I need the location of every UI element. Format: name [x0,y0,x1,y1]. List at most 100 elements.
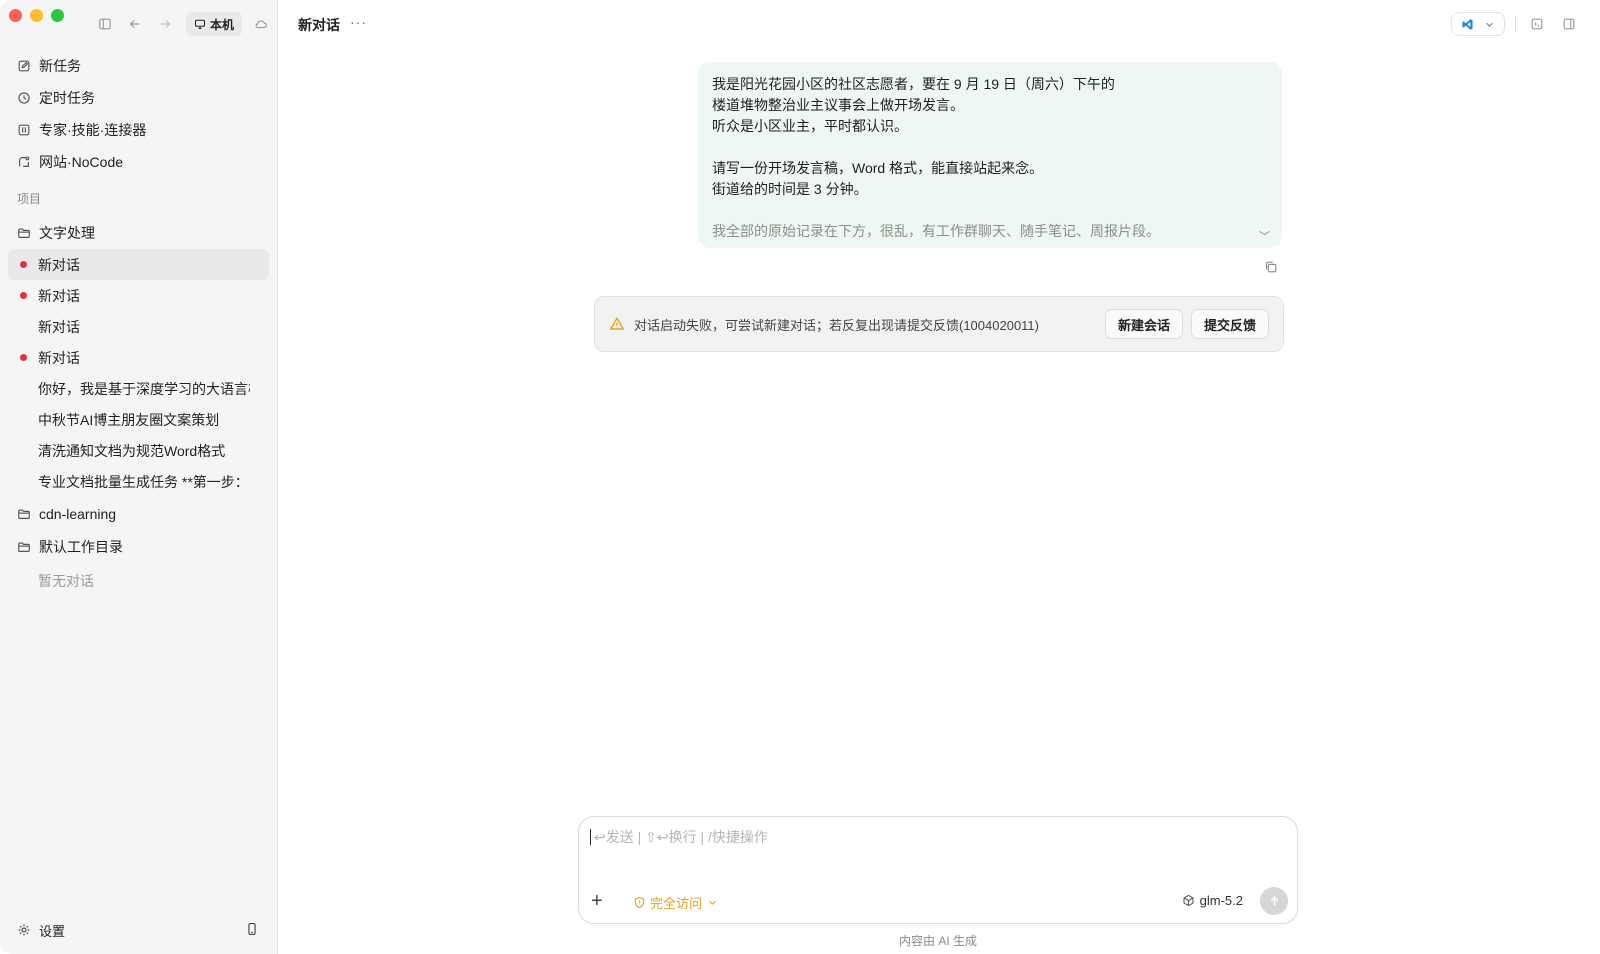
projects-list: 文字处理 新对话 新对话 新对话 新对话 你好，我是基于深度学习的大语言模 中秋… [8,216,269,599]
send-button[interactable] [1260,887,1288,915]
message-line [712,200,1268,221]
projects-section-label: 项目 [17,192,42,206]
project-folder[interactable]: cdn-learning [8,497,269,530]
sidebar-toolbar: 本机 [90,12,276,36]
open-in-ide-selector[interactable] [1451,12,1505,36]
nav-new-task[interactable]: 新任务 [8,50,269,82]
add-attachment-button[interactable]: + [591,891,603,911]
app-window: 本机 新任务 定时任务 专家·技能·连接器 网站·NoCode 项目 文字处理 … [0,0,1600,954]
nav-website-nocode[interactable]: 网站·NoCode [8,146,269,178]
chevron-down-icon [1485,22,1493,27]
model-label: glm-5.2 [1199,893,1243,908]
sidebar-nav: 新任务 定时任务 专家·技能·连接器 网站·NoCode [8,50,269,178]
nav-scheduled-task[interactable]: 定时任务 [8,82,269,114]
back-arrow-icon[interactable] [120,13,150,35]
nav-label: 新任务 [39,58,81,74]
access-mode-selector[interactable]: 完全访问 [633,893,719,912]
local-machine-selector[interactable]: 本机 [186,12,243,36]
conversation-label: 新对话 [38,349,80,366]
gear-icon [18,924,30,936]
copy-icon[interactable] [1264,260,1278,277]
message-line: 请写一份开场发言稿，Word 格式，能直接站起来念。 [712,160,1044,176]
clock-icon [18,92,30,104]
message-line: 街道给的时间是 3 分钟。 [712,181,868,197]
conversation-label: 新对话 [38,287,80,304]
new-session-button[interactable]: 新建会话 [1104,309,1183,339]
conversation-label: 中秋节AI博主朋友圈文案策划 [38,411,220,428]
warning-icon [610,317,624,330]
settings-button[interactable]: 设置 [17,921,65,940]
nav-label: 专家·技能·连接器 [39,122,147,138]
conversation-label: 新对话 [38,256,80,273]
folder-icon [18,508,30,519]
message-line [712,137,1268,158]
monitor-icon [194,19,206,30]
submit-feedback-button[interactable]: 提交反馈 [1190,309,1269,339]
grid-icon [18,124,30,136]
page-title: 新对话 [298,17,340,33]
conversation-item[interactable]: 你好，我是基于深度学习的大语言模 [8,373,269,404]
sidebar-toggle-icon[interactable] [90,13,120,35]
conversation-label: 你好，我是基于深度学习的大语言模 [38,380,250,397]
edit-icon [18,60,30,72]
conversation-item[interactable]: 中秋节AI博主朋友圈文案策划 [8,404,269,435]
chat-main: 新对话 ··· 我是阳光花园小区的社区志愿者，要在 9 月 19 日（周六）下午… [278,0,1600,954]
forward-arrow-icon[interactable] [150,13,180,35]
nav-experts-skills[interactable]: 专家·技能·连接器 [8,114,269,146]
terminal-icon[interactable] [1526,13,1548,35]
user-message-bubble: 我是阳光花园小区的社区志愿者，要在 9 月 19 日（周六）下午的 楼道堆物整治… [698,62,1282,248]
conversation-item[interactable]: 新对话 [8,311,269,342]
vscode-icon [1461,18,1473,30]
unread-dot [20,292,27,299]
local-machine-label: 本机 [210,17,235,32]
settings-label: 设置 [39,923,66,939]
project-name: 默认工作目录 [39,538,123,555]
conversation-item[interactable]: 新对话 [8,342,269,373]
close-window-button[interactable] [9,9,22,22]
cube-icon [1183,894,1194,907]
header-actions [1451,12,1580,36]
nav-label: 定时任务 [39,90,95,106]
more-options-icon[interactable]: ··· [350,14,367,30]
browser-icon [19,156,30,167]
conversation-label: 清洗通知文档为规范Word格式 [38,442,226,459]
ai-disclaimer: 内容由 AI 生成 [898,934,977,948]
unread-dot [20,261,27,268]
message-line: 楼道堆物整治业主议事会上做开场发言。 [712,97,964,113]
project-folder[interactable]: 默认工作目录 [8,530,269,563]
window-controls [9,9,64,22]
project-folder[interactable]: 文字处理 [8,216,269,249]
cloud-icon[interactable] [246,13,276,35]
unread-dot [20,354,27,361]
panel-toggle-icon[interactable] [1558,13,1580,35]
folder-icon [18,541,30,552]
error-message: 对话启动失败，可尝试新建对话；若反复出现请提交反馈(1004020011) [634,317,1039,333]
model-selector[interactable]: glm-5.2 [1182,893,1243,908]
conversation-item[interactable]: 专业文档批量生成任务 **第一步： [8,466,269,497]
error-banner: 对话启动失败，可尝试新建对话；若反复出现请提交反馈(1004020011) 新建… [594,296,1284,352]
composer-toolbar: + 完全访问 glm-5.2 [579,887,1297,915]
arrow-up-icon [1270,895,1278,906]
message-line: 听众是小区业主，平时都认识。 [712,118,908,134]
sidebar-footer: 设置 [17,918,259,942]
message-input[interactable] [590,829,1280,845]
conversation-item[interactable]: 新对话 [8,249,269,280]
message-line: 我全部的原始记录在下方，很乱，有工作群聊天、随手笔记、周报片段。 [712,223,1160,239]
conversation-item[interactable]: 清洗通知文档为规范Word格式 [8,435,269,466]
project-name: cdn-learning [39,505,117,522]
zoom-window-button[interactable] [51,9,64,22]
message-composer: + 完全访问 glm-5.2 [578,816,1298,924]
mobile-device-icon[interactable] [245,922,259,939]
message-line: 我是阳光花园小区的社区志愿者，要在 9 月 19 日（周六）下午的 [712,76,1115,92]
shield-icon [634,896,645,909]
folder-icon [18,227,30,238]
expand-message-chevron-icon[interactable]: ﹀ [1259,228,1270,244]
access-mode-label: 完全访问 [650,896,703,911]
minimize-window-button[interactable] [30,9,43,22]
conversation-item[interactable]: 新对话 [8,280,269,311]
header-divider [1515,16,1516,32]
empty-conversations-label: 暂无对话 [38,573,94,589]
chat-header: 新对话 ··· [278,0,1600,46]
conversation-label: 专业文档批量生成任务 **第一步： [38,473,249,490]
chevron-down-icon [709,900,716,905]
